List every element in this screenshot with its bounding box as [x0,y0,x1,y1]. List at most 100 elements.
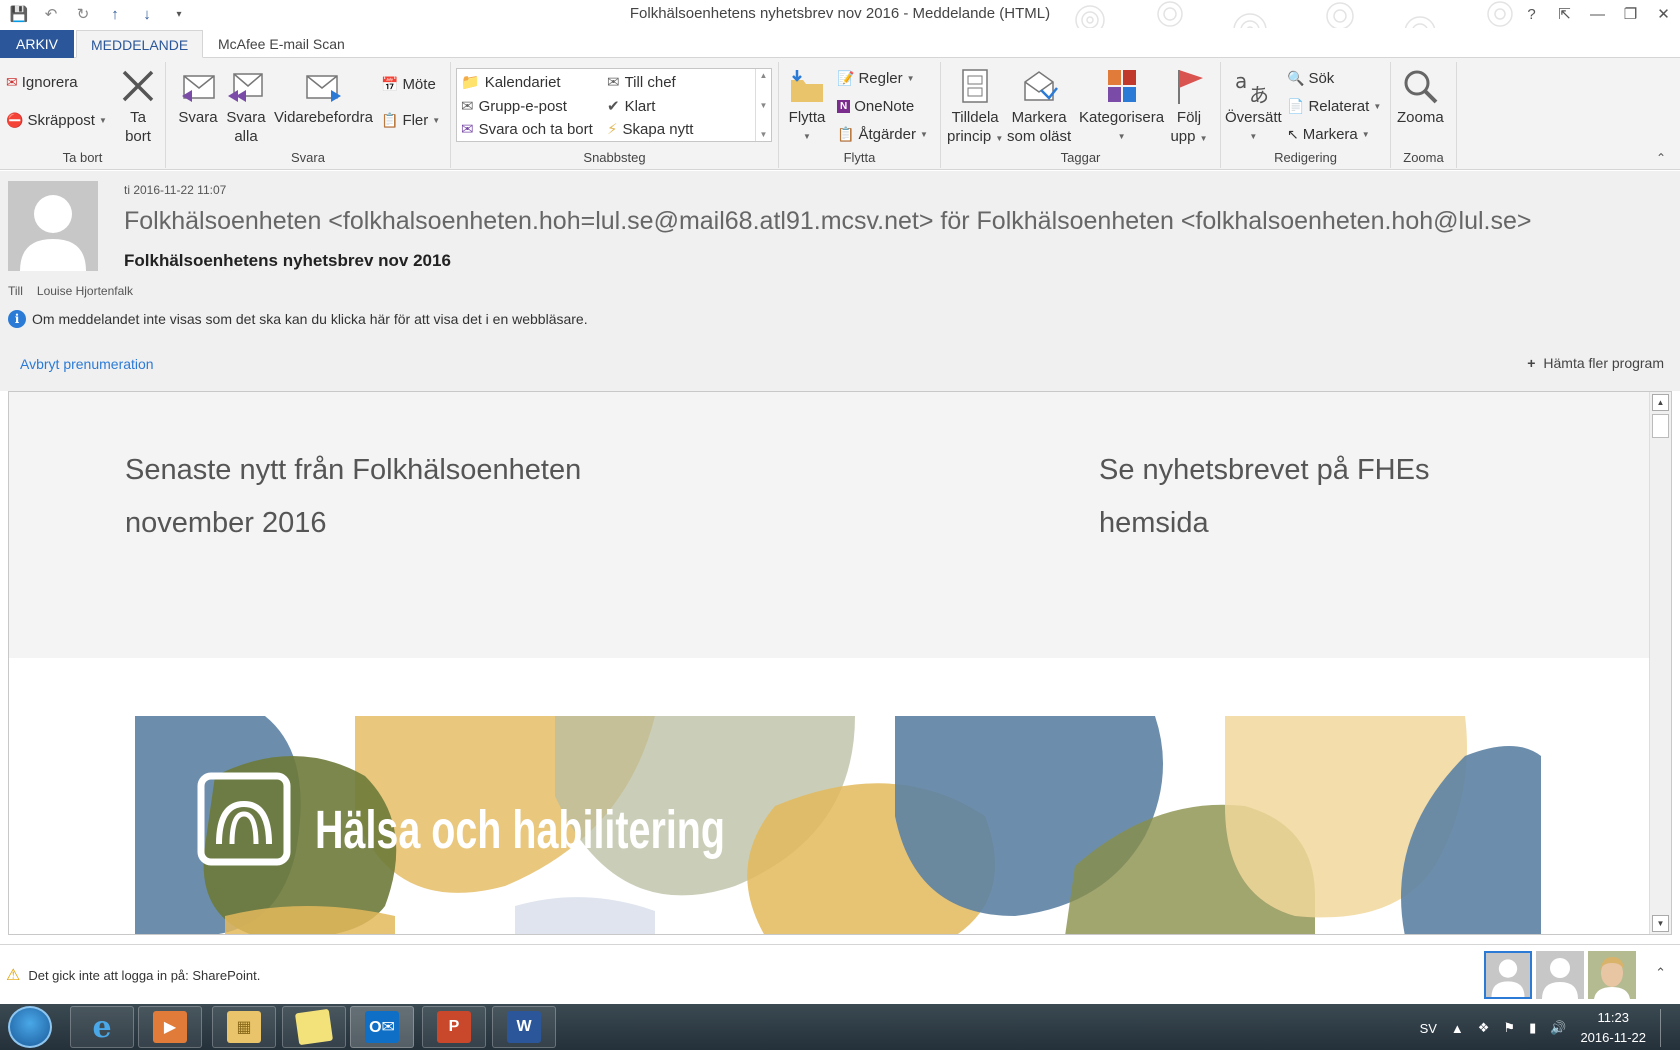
window-controls: ? ⇱ — ❐ ✕ [1515,0,1680,28]
related-button[interactable]: 📄 Relaterat ▼ [1287,98,1381,115]
get-more-apps-button[interactable]: + Hämta fler program [1527,355,1664,371]
actions-button[interactable]: 📋 Åtgärder ▼ [837,126,928,143]
reply-button[interactable]: Svara [178,66,218,127]
taskbar-word[interactable]: W [492,1006,556,1048]
svg-text:a: a [1235,69,1247,93]
ignore-button[interactable]: ✉ Ignorera [6,74,78,91]
help-button[interactable]: ? [1515,0,1548,28]
person-silhouette-icon [1542,958,1578,999]
group-move: Flytta ▼ 📝 Regler ▼ N OneNote 📋 Åtgärder ▼ Fl… [779,62,941,168]
rules-button[interactable]: 📝 Regler ▼ [837,70,915,87]
vertical-scrollbar[interactable]: ▲ ▼ [1649,392,1671,934]
junk-icon: ⛔ [6,112,24,128]
zoom-button[interactable]: Zooma [1397,66,1444,127]
quickstep-item[interactable]: ✔ Klart [607,97,655,116]
onenote-button[interactable]: N OneNote [837,98,914,115]
message-body: Senaste nytt från Folkhälsoenheten novem… [8,391,1672,935]
close-button[interactable]: ✕ [1647,0,1680,28]
system-tray: SV ▲ ❖ ⚑ ▮ 🔊 11:23 2016-11-22 [1420,1008,1670,1048]
categorize-button[interactable]: Kategorisera ▼ [1079,66,1164,146]
message-header: ti 2016-11-22 11:07 Folkhälsoenheten <fo… [0,171,1680,391]
show-desktop-button[interactable] [1660,1009,1670,1047]
taskbar-powerpoint[interactable]: P [422,1006,486,1048]
group-delete: ✉ Ignorera ⛔ Skräppost ▼ Ta bort Ta bort [0,62,166,168]
to-recipient[interactable]: Louise Hjortenfalk [37,284,133,298]
meeting-button[interactable]: 📅 Möte [381,76,436,93]
quickstep-item[interactable]: ✉ Svara och ta bort [461,120,593,139]
people-tile[interactable] [1484,951,1532,999]
people-pane: ⚠ Det gick inte att logga in på: SharePo… [0,944,1680,1004]
reply-delete-icon: ✉ [461,121,474,138]
forward-button[interactable]: Vidarebefordra [274,66,373,127]
dropbox-icon[interactable]: ❖ [1478,1020,1490,1036]
language-indicator[interactable]: SV [1420,1021,1437,1036]
ribbon-tabs: ARKIV MEDDELANDE McAfee E-mail Scan [0,28,1680,58]
message-from[interactable]: Folkhälsoenheten <folkhalsoenheten.hoh=l… [124,207,1531,236]
people-tile[interactable] [1536,951,1584,999]
banner-title: Hälsa och habilitering [315,800,725,860]
move-button[interactable]: Flytta ▼ [787,66,827,146]
infobar-text: Om meddelandet inte visas som det ska ka… [32,311,588,327]
quickstep-item[interactable]: ✉ Grupp-e-post [461,97,567,116]
taskbar-outlook[interactable]: O✉ [350,1006,414,1048]
binoculars-icon: 🔍 [1287,70,1305,86]
quickstep-item[interactable]: ✉ Till chef [607,73,676,92]
scroll-thumb[interactable] [1652,414,1669,438]
scroll-up-icon[interactable]: ▲ [760,71,768,80]
forward-icon [306,75,342,102]
quickstep-item[interactable]: ⚡ Skapa nytt [607,120,693,139]
junk-button[interactable]: ⛔ Skräppost ▼ [6,112,107,129]
scroll-down-icon[interactable]: ▼ [760,101,768,110]
taskbar-ie[interactable]: e [70,1006,134,1048]
policy-cabinet-icon [962,69,988,103]
chevron-down-icon: ▼ [1361,130,1370,139]
volume-icon[interactable]: 🔊 [1550,1020,1566,1036]
reply-all-icon [228,73,263,102]
assign-policy-button[interactable]: Tilldela princip ▼ [947,66,1003,148]
select-button[interactable]: ↖ Markera ▼ [1287,126,1370,143]
taskbar-explorer[interactable]: ▦ [212,1006,276,1048]
infobar[interactable]: i Om meddelandet inte visas som det ska … [8,310,588,328]
start-button[interactable] [8,1006,52,1048]
find-button[interactable]: 🔍 Sök [1287,70,1334,87]
minimize-button[interactable]: — [1581,0,1614,28]
gallery-expand-icon[interactable]: ▼ [760,130,768,139]
people-tile-photo[interactable] [1588,951,1636,999]
chevron-down-icon: ▼ [1117,132,1126,141]
delete-button[interactable]: Ta bort [118,66,158,146]
action-center-icon[interactable]: ⚑ [1503,1020,1515,1036]
folder-icon: ▦ [227,1011,261,1043]
collapse-ribbon-icon[interactable]: ⌃ [1656,151,1666,165]
scroll-up-arrow[interactable]: ▲ [1652,394,1669,411]
group-label-respond: Svara [291,150,325,165]
magnifier-icon [1404,70,1438,104]
tab-mcafee[interactable]: McAfee E-mail Scan [204,30,359,58]
taskbar-notes[interactable] [282,1006,346,1048]
message-subject: Folkhälsoenhetens nyhetsbrev nov 2016 [124,251,451,270]
translate-icon: aあ [1235,69,1269,106]
tab-message[interactable]: MEDDELANDE [76,30,204,58]
expand-people-pane-icon[interactable]: ⌃ [1655,965,1666,981]
show-hidden-icons[interactable]: ▲ [1451,1021,1464,1036]
mark-unread-icon [1024,71,1059,101]
scroll-down-arrow[interactable]: ▼ [1652,915,1669,932]
tab-file[interactable]: ARKIV [0,30,75,58]
sticky-notes-icon [294,1008,334,1046]
chevron-down-icon: ▼ [919,130,928,139]
translate-button[interactable]: aあ Översätt ▼ [1225,66,1282,146]
reply-all-button[interactable]: Svara alla [226,66,266,146]
taskbar-media[interactable]: ▶ [138,1006,202,1048]
ribbon-display-button[interactable]: ⇱ [1548,0,1581,28]
ignore-icon: ✉ [6,74,18,90]
mark-unread-button[interactable]: Markera som oläst [1007,66,1071,146]
follow-up-button[interactable]: Följ upp ▼ [1169,66,1209,148]
more-respond-button[interactable]: 📋 Fler ▼ [381,112,440,129]
quicksteps-scroll[interactable]: ▲ ▼ ▼ [755,69,771,141]
restore-button[interactable]: ❐ [1614,0,1647,28]
group-label-zoom: Zooma [1403,150,1444,165]
network-icon[interactable]: ▮ [1529,1020,1536,1036]
clock[interactable]: 11:23 2016-11-22 [1580,1008,1646,1048]
quickstep-item[interactable]: 📁 Kalendariet [461,73,561,92]
newsletter-web-link[interactable]: Se nyhetsbrevet på FHEs hemsida [1099,444,1429,550]
unsubscribe-link[interactable]: Avbryt prenumeration [20,356,154,372]
